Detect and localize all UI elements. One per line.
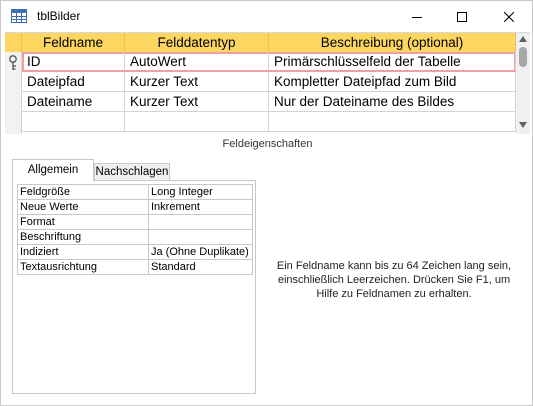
property-row[interactable]: Beschriftung	[17, 229, 253, 245]
table-row[interactable]: ID AutoWert Primärschlüsselfeld der Tabe…	[22, 52, 516, 72]
maximize-icon	[457, 11, 467, 22]
properties-table: Feldgröße Long Integer Neue Werte Inkrem…	[17, 184, 253, 275]
table-row[interactable]: Dateiname Kurzer Text Nur der Dateiname …	[22, 92, 516, 112]
property-name: Feldgröße	[17, 184, 149, 200]
property-name: Indiziert	[17, 244, 149, 260]
header-field-name[interactable]: Feldname	[22, 33, 125, 52]
field-name-cell[interactable]: Dateiname	[22, 92, 125, 111]
property-name: Format	[17, 214, 149, 230]
property-name: Textausrichtung	[17, 259, 149, 275]
scroll-down-icon[interactable]	[519, 122, 527, 128]
property-name: Beschriftung	[17, 229, 149, 245]
header-data-type[interactable]: Felddatentyp	[125, 33, 269, 52]
property-name: Neue Werte	[17, 199, 149, 215]
table-design-window: tblBilder Feldname Felddatentyp Beschrei…	[0, 0, 533, 406]
property-row[interactable]: Format	[17, 214, 253, 230]
grid-header: Feldname Felddatentyp Beschreibung (opti…	[5, 33, 516, 52]
minimize-icon	[412, 16, 422, 18]
tab-lookup[interactable]: Nachschlagen	[94, 163, 170, 181]
minimize-button[interactable]	[394, 1, 440, 32]
scroll-up-icon[interactable]	[519, 36, 527, 42]
field-name-cell[interactable]: Dateipfad	[22, 72, 125, 91]
property-row[interactable]: Textausrichtung Standard	[17, 259, 253, 275]
close-button[interactable]	[486, 1, 532, 32]
scroll-thumb[interactable]	[519, 47, 527, 67]
primary-key-icon	[8, 55, 18, 71]
property-value[interactable]	[148, 214, 253, 230]
field-help-text: Ein Feldname kann bis zu 64 Zeichen lang…	[276, 260, 512, 300]
table-row[interactable]: Dateipfad Kurzer Text Kompletter Dateipf…	[22, 72, 516, 92]
header-corner	[5, 33, 22, 52]
table-icon	[11, 9, 27, 23]
property-value[interactable]: Inkrement	[148, 199, 253, 215]
vertical-scrollbar[interactable]	[516, 33, 530, 134]
description-cell[interactable]	[269, 112, 516, 131]
field-name-cell[interactable]: ID	[22, 52, 125, 71]
property-row[interactable]: Neue Werte Inkrement	[17, 199, 253, 215]
window-title: tblBilder	[37, 9, 81, 23]
empty-row[interactable]	[22, 112, 516, 132]
property-value[interactable]: Ja (Ohne Duplikate)	[148, 244, 253, 260]
tab-general[interactable]: Allgemein	[12, 159, 94, 181]
property-row[interactable]: Indiziert Ja (Ohne Duplikate)	[17, 244, 253, 260]
property-row[interactable]: Feldgröße Long Integer	[17, 184, 253, 200]
field-name-cell[interactable]	[22, 112, 125, 131]
data-type-cell[interactable]: AutoWert	[125, 52, 269, 71]
close-icon	[504, 11, 514, 22]
maximize-button[interactable]	[439, 1, 485, 32]
description-cell[interactable]: Kompletter Dateipfad zum Bild	[269, 72, 516, 91]
property-value[interactable]	[148, 229, 253, 245]
field-properties-label: Feldeigenschaften	[222, 138, 313, 150]
header-description[interactable]: Beschreibung (optional)	[269, 33, 516, 52]
title-bar[interactable]: tblBilder	[1, 1, 532, 32]
description-cell[interactable]: Primärschlüsselfeld der Tabelle	[269, 52, 516, 71]
description-cell[interactable]: Nur der Dateiname des Bildes	[269, 92, 516, 111]
property-value[interactable]: Long Integer	[148, 184, 253, 200]
data-type-cell[interactable]	[125, 112, 269, 131]
data-type-cell[interactable]: Kurzer Text	[125, 92, 269, 111]
properties-panel: Feldgröße Long Integer Neue Werte Inkrem…	[12, 180, 256, 394]
field-grid: Feldname Felddatentyp Beschreibung (opti…	[5, 32, 530, 134]
property-value[interactable]: Standard	[148, 259, 253, 275]
data-type-cell[interactable]: Kurzer Text	[125, 72, 269, 91]
